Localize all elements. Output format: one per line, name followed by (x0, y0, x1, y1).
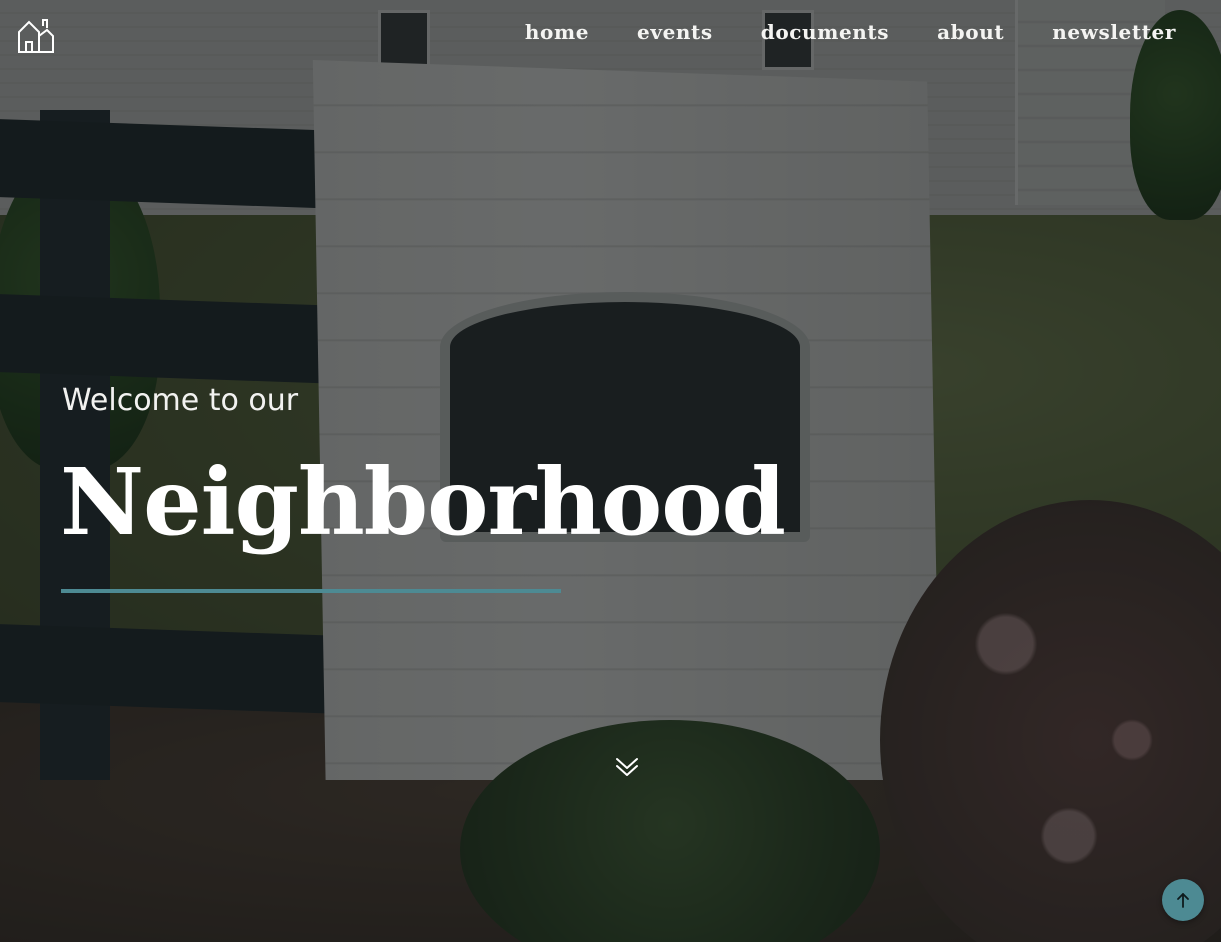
hero-title-underline (61, 589, 561, 593)
nav-link-documents[interactable]: documents (761, 18, 889, 46)
nav-link-home[interactable]: home (525, 18, 589, 46)
nav-link-events[interactable]: events (637, 18, 713, 46)
main-nav: home events documents about newsletter (525, 18, 1176, 46)
back-to-top-button[interactable] (1162, 879, 1204, 921)
home-logo-link[interactable] (17, 18, 55, 54)
site-header: home events documents about newsletter (0, 0, 1221, 72)
hero-title: Neighborhood (60, 448, 786, 556)
nav-link-newsletter[interactable]: newsletter (1052, 18, 1176, 46)
nav-link-about[interactable]: about (937, 18, 1004, 46)
double-chevron-down-icon (616, 758, 638, 776)
house-icon (18, 19, 54, 53)
hero-eyebrow: Welcome to our (62, 383, 299, 418)
scroll-down-button[interactable] (614, 754, 640, 780)
arrow-up-icon (1177, 893, 1189, 908)
